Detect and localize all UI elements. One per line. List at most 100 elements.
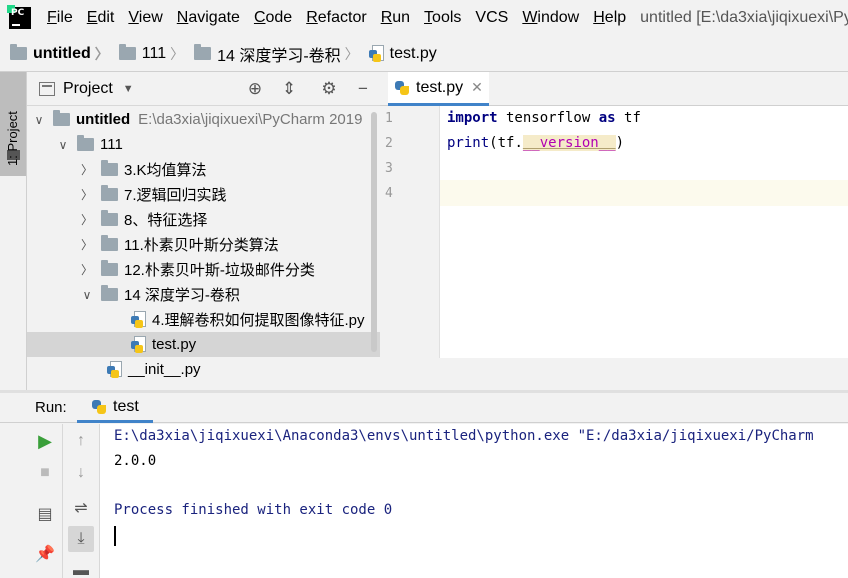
chevron-right-icon: 〉 [344, 45, 359, 62]
python-file-icon [131, 310, 147, 329]
folder-icon [101, 160, 118, 176]
chevron-right-icon[interactable]: 〉 [79, 236, 95, 253]
editor-gutter: 1 2 3 4 [380, 106, 440, 358]
python-file-icon [368, 44, 385, 63]
project-tool-window-tab[interactable]: 1: Project [0, 72, 26, 176]
folder-icon [194, 44, 212, 60]
menu-run[interactable]: Run [375, 0, 418, 36]
menu-tools[interactable]: Tools [418, 0, 469, 36]
editor-bottom-area [380, 358, 848, 390]
menu-view[interactable]: View [122, 0, 170, 36]
hide-icon[interactable]: − [353, 80, 373, 98]
tree-scrollbar[interactable] [371, 112, 377, 352]
breadcrumb-test-py[interactable]: test.py [359, 44, 437, 63]
project-view-icon [39, 81, 55, 96]
run-toolbar-secondary: ↑ ↓ ⇌ ⤓ ▬ [63, 424, 100, 578]
tree-item-conv-py[interactable]: 4.理解卷积如何提取图像特征.py [27, 307, 380, 332]
menu-edit[interactable]: Edit [81, 0, 123, 36]
current-line-highlight [440, 180, 848, 206]
run-tab-test[interactable]: test [77, 393, 153, 423]
console-line: 2.0.0 [114, 453, 157, 469]
breadcrumb: untitled 〉 111 〉 14 深度学习-卷积〉 test.py [0, 36, 848, 72]
chevron-down-icon[interactable]: ∨ [55, 138, 71, 152]
line-number: 3 [385, 161, 393, 176]
python-icon [394, 80, 410, 96]
console-line: Process finished with exit code 0 [114, 502, 393, 518]
editor-tab-bar: test.py ✕ [380, 72, 848, 106]
tree-item-untitled[interactable]: ∨ untitled E:\da3xia\jiqixuexi\PyCharm 2… [27, 107, 380, 132]
text-caret [114, 526, 116, 546]
line-number: 1 [385, 111, 393, 126]
menu-refactor[interactable]: Refactor [300, 0, 374, 36]
collapse-all-icon[interactable]: ⇕ [279, 80, 299, 98]
folder-icon [101, 185, 118, 201]
soft-wrap-icon[interactable]: ⇌ [68, 496, 94, 522]
window-title: untitled [E:\da3xia\jiqixuexi\PyCharm 20… [640, 9, 848, 26]
menu-help[interactable]: Help [587, 0, 634, 36]
python-file-icon [131, 335, 147, 354]
code-editor[interactable]: import tensorflow as tf print(tf.__versi… [440, 106, 848, 358]
line-number: 2 [385, 136, 393, 151]
run-console[interactable]: E:\da3xia\jiqixuexi\Anaconda3\envs\untit… [100, 424, 848, 578]
gear-icon[interactable]: ⚙ [319, 80, 339, 98]
breadcrumb-111[interactable]: 111 〉 [109, 44, 184, 64]
project-panel: Project ▼ ⊕ ⇕ ⚙ − ∨ untitled E:\da3xia\j… [27, 72, 380, 390]
stop-icon[interactable]: ■ [32, 460, 58, 486]
layout-icon[interactable]: ▤ [32, 502, 58, 528]
scroll-to-end-icon[interactable]: ⤓ [68, 526, 94, 552]
folder-icon [53, 110, 70, 126]
chevron-right-icon[interactable]: 〉 [79, 186, 95, 203]
pin-icon[interactable]: 📌 [32, 542, 58, 568]
chevron-right-icon: 〉 [170, 45, 185, 62]
run-panel-header: Run: test [0, 393, 848, 423]
folder-icon [101, 235, 118, 251]
tree-item-logistic[interactable]: 〉 7.逻辑回归实践 [27, 182, 380, 207]
chevron-right-icon: 〉 [94, 45, 109, 62]
tree-item-feature-selection[interactable]: 〉 8、特征选择 [27, 207, 380, 232]
menu-bar: PC File Edit View Navigate Code Refactor… [0, 0, 848, 36]
tree-item-init-py[interactable]: __init__.py [27, 357, 380, 382]
arrow-down-icon[interactable]: ↓ [68, 460, 94, 486]
python-file-icon [107, 360, 123, 379]
chevron-down-icon[interactable]: ▼ [123, 83, 134, 95]
breadcrumb-deep-learning[interactable]: 14 深度学习-卷积〉 [184, 42, 359, 66]
locate-icon[interactable]: ⊕ [245, 80, 265, 98]
breadcrumb-untitled[interactable]: untitled 〉 [0, 44, 109, 64]
folder-icon [101, 210, 118, 226]
chevron-right-icon[interactable]: 〉 [79, 261, 95, 278]
menu-file[interactable]: File [41, 0, 81, 36]
project-view-selector[interactable]: Project [63, 80, 113, 98]
folder-icon [77, 135, 94, 151]
console-line: E:\da3xia\jiqixuexi\Anaconda3\envs\untit… [114, 428, 814, 444]
chevron-right-icon[interactable]: 〉 [79, 161, 95, 178]
run-toolbar-primary: ▶ ■ ▤ 📌 [27, 424, 63, 578]
chevron-down-icon[interactable]: ∨ [31, 113, 47, 127]
tree-item-deep-learning[interactable]: ∨ 14 深度学习-卷积 [27, 282, 380, 307]
tree-item-111[interactable]: ∨ 111 [27, 132, 380, 157]
tree-item-spam[interactable]: 〉 12.朴素贝叶斯-垃圾邮件分类 [27, 257, 380, 282]
tree-item-naive-bayes[interactable]: 〉 11.朴素贝叶斯分类算法 [27, 232, 380, 257]
folder-icon [10, 44, 27, 60]
arrow-up-icon[interactable]: ↑ [68, 428, 94, 454]
folder-icon [118, 44, 136, 60]
menu-vcs[interactable]: VCS [469, 0, 516, 36]
close-icon[interactable]: ✕ [471, 79, 483, 96]
left-tool-strip: 1: Project [0, 72, 27, 390]
menu-navigate[interactable]: Navigate [171, 0, 248, 36]
print-icon[interactable]: ▬ [68, 558, 94, 578]
folder-icon [101, 285, 118, 301]
menu-window[interactable]: Window [516, 0, 587, 36]
menu-code[interactable]: Code [248, 0, 300, 36]
code-line-2: print(tf.__version__) [447, 135, 625, 151]
code-line-1: import tensorflow as tf [447, 110, 641, 126]
chevron-right-icon[interactable]: 〉 [79, 211, 95, 228]
pycharm-logo-icon: PC [7, 5, 31, 29]
tree-item-kmeans[interactable]: 〉 3.K均值算法 [27, 157, 380, 182]
tree-item-test-py[interactable]: test.py [27, 332, 380, 357]
folder-icon [101, 260, 118, 276]
run-label: Run: [35, 399, 67, 416]
tab-test-py[interactable]: test.py ✕ [388, 72, 489, 106]
line-number: 4 [385, 186, 393, 201]
rerun-icon[interactable]: ▶ [32, 428, 58, 454]
chevron-down-icon[interactable]: ∨ [79, 288, 95, 302]
